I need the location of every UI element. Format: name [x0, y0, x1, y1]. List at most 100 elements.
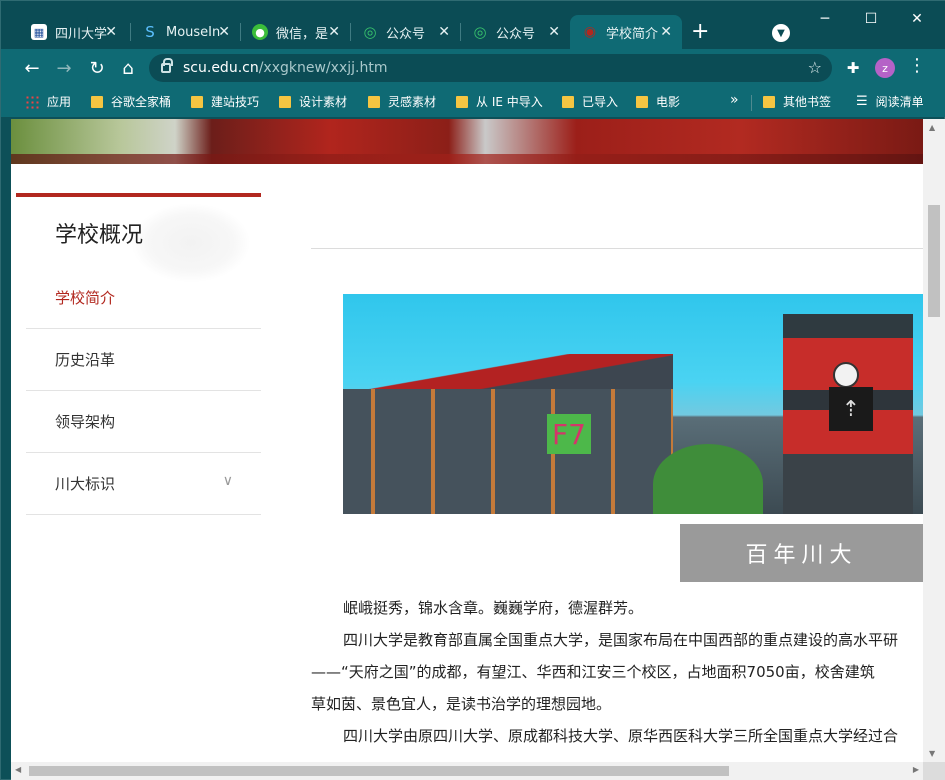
bookmark-folder[interactable]: 从 IE 中导入	[456, 93, 543, 110]
scroll-up-icon[interactable]: ▲	[929, 123, 935, 132]
bookmark-other[interactable]: 其他书签	[763, 93, 831, 110]
reading-list-icon: ☰	[856, 94, 868, 109]
more-menu-icon[interactable]: ⋮	[908, 55, 926, 76]
article-line: 岷峨挺秀，锦水含章。巍巍学府，德渥群芳。	[343, 599, 644, 617]
folder-icon	[763, 95, 775, 108]
bookmark-folder[interactable]: 谷歌全家桶	[91, 93, 171, 110]
bookmark-label: 应用	[47, 95, 72, 109]
sidebar-item-label: 学校简介	[55, 289, 116, 307]
clock-icon	[833, 362, 859, 388]
s-logo-icon: S	[145, 23, 155, 41]
bookmark-folder[interactable]: 已导入	[562, 93, 618, 110]
tab-scu[interactable]: ▦ 四川大学 ✕	[19, 15, 127, 49]
building-roof	[343, 354, 673, 394]
bookmark-label: 电影	[656, 95, 681, 109]
sidebar-item-history[interactable]: 历史沿革	[26, 329, 261, 391]
bookmark-folder[interactable]: 灵感素材	[368, 93, 436, 110]
tab-gzh-2[interactable]: ◎ 公众号 ✕	[460, 15, 570, 49]
scroll-left-icon[interactable]: ◀	[15, 765, 21, 774]
folder-icon	[91, 95, 103, 108]
tab-search-icon[interactable]: ▼	[772, 24, 790, 42]
f7-overlay-badge: F7	[547, 414, 591, 454]
banner-caption: 百年川大	[680, 524, 923, 582]
back-icon[interactable]: ←	[19, 55, 45, 81]
vertical-scroll-thumb[interactable]	[928, 205, 940, 317]
page-viewport: 学校概况 学校简介 历史沿革 领导架构 川大标识 ∨ F7 ⇡ 百年川大 岷峨挺秀…	[11, 119, 923, 762]
spiral-icon: ◎	[473, 23, 487, 41]
sidebar-item-leadership[interactable]: 领导架构	[26, 391, 261, 453]
sidebar-accent-bar	[16, 193, 261, 197]
folder-icon	[368, 95, 380, 108]
sidebar: 学校概况 学校简介 历史沿革 领导架构 川大标识 ∨	[11, 193, 261, 523]
sidebar-item-label: 领导架构	[55, 413, 116, 431]
bookmark-label: 阅读清单	[875, 95, 924, 109]
tab-mousein[interactable]: S MouseIn ✕	[130, 15, 240, 49]
bookmark-label: 已导入	[582, 95, 619, 109]
scrollbar-corner	[923, 762, 945, 780]
maximize-icon[interactable]: ☐	[861, 9, 881, 29]
page-left-edge	[1, 119, 11, 762]
horizontal-scroll-thumb[interactable]	[29, 766, 729, 776]
chevron-down-icon[interactable]: ∨	[223, 473, 233, 489]
home-icon[interactable]: ⌂	[115, 55, 141, 81]
url-host: scu.edu.cn	[183, 60, 259, 76]
bookmark-label: 谷歌全家桶	[111, 95, 172, 109]
tab-gzh-1[interactable]: ◎ 公众号 ✕	[350, 15, 460, 49]
vertical-scrollbar[interactable]: ▲ ▼	[923, 119, 945, 762]
minimize-icon[interactable]: ─	[815, 9, 835, 29]
sidebar-item-identity[interactable]: 川大标识 ∨	[26, 453, 261, 515]
wechat-icon: ●	[252, 24, 268, 40]
bookmark-label: 其他书签	[783, 95, 832, 109]
bookmark-apps[interactable]: 应用	[25, 93, 71, 110]
sidebar-title: 学校概况	[55, 223, 144, 248]
close-window-icon[interactable]: ✕	[907, 9, 927, 29]
folder-icon	[456, 95, 468, 108]
spiral-icon: ◎	[363, 23, 377, 41]
folder-icon	[636, 95, 648, 108]
horizontal-scrollbar[interactable]: ◀ ▶	[11, 762, 923, 780]
bookmark-folder[interactable]: 建站技巧	[191, 93, 259, 110]
close-icon[interactable]: ✕	[328, 24, 340, 40]
tree	[653, 444, 763, 514]
header-photo	[11, 119, 923, 164]
article-line: 草如茵、景色宜人，是读书治学的理想园地。	[311, 695, 612, 713]
forward-icon[interactable]: →	[51, 55, 77, 81]
tab-xxjj[interactable]: ◉ 学校简介 ✕	[570, 15, 682, 49]
reading-list[interactable]: ☰ 阅读清单	[856, 93, 924, 110]
bookmark-star-icon[interactable]: ☆	[808, 58, 822, 77]
article-line: ——“天府之国”的成都，有望江、华西和江安三个校区，占地面积7050亩，校舍建筑	[311, 663, 875, 681]
url-path: /xxgknew/xxjj.htm	[258, 60, 388, 76]
folder-icon	[191, 95, 203, 108]
close-icon[interactable]: ✕	[218, 24, 230, 40]
close-icon[interactable]: ✕	[105, 24, 117, 40]
sidebar-item-intro[interactable]: 学校简介	[26, 267, 261, 329]
scroll-down-icon[interactable]: ▼	[929, 749, 935, 758]
apps-grid-icon	[25, 94, 39, 109]
bookmark-folder[interactable]: 设计素材	[279, 93, 347, 110]
extensions-puzzle-icon[interactable]: ✚	[844, 59, 862, 77]
folder-icon	[562, 95, 574, 108]
content-divider	[311, 248, 923, 249]
bookmark-label: 从 IE 中导入	[476, 95, 543, 109]
reload-icon[interactable]: ↻	[84, 55, 110, 81]
bookmark-folder[interactable]: 电影	[636, 93, 680, 110]
article-line: 四川大学由原四川大学、原成都科技大学、原华西医科大学三所全国重点大学经过合	[343, 727, 899, 745]
sidebar-item-label: 历史沿革	[55, 351, 116, 369]
close-icon[interactable]: ✕	[438, 24, 450, 40]
address-bar[interactable]: scu.edu.cn/xxgknew/xxjj.htm ☆	[149, 54, 832, 82]
back-to-top-button[interactable]: ⇡	[829, 387, 873, 431]
close-icon[interactable]: ✕	[660, 24, 672, 40]
lock-icon[interactable]	[161, 58, 173, 73]
new-tab-button[interactable]: +	[691, 21, 709, 43]
folder-icon	[279, 95, 291, 108]
bookmark-label: 设计素材	[299, 95, 348, 109]
bookmarks-bar: 应用 谷歌全家桶 建站技巧 设计素材 灵感素材 从 IE 中导入 已导入 电影 …	[1, 87, 945, 117]
scu-seal-icon: ◉	[583, 24, 597, 40]
tab-wechat[interactable]: ● 微信，是 ✕	[240, 15, 350, 49]
close-icon[interactable]: ✕	[548, 24, 560, 40]
profile-avatar[interactable]: z	[875, 58, 895, 78]
tab-strip: ▦ 四川大学 ✕ S MouseIn ✕ ● 微信，是 ✕ ◎ 公众号 ✕ ◎ …	[1, 1, 945, 49]
bookmark-label: 建站技巧	[211, 95, 260, 109]
scroll-right-icon[interactable]: ▶	[913, 765, 919, 774]
more-bookmarks-icon[interactable]: »	[730, 92, 739, 108]
